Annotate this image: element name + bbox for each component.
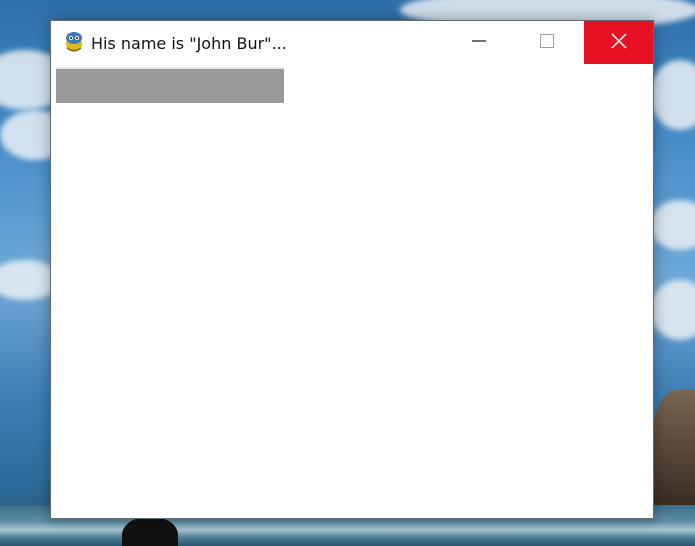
maximize-icon — [539, 33, 555, 53]
cloud — [650, 280, 695, 340]
window-title: His name is "John Bur"... — [91, 34, 287, 53]
cloud — [650, 60, 695, 130]
gray-bar — [56, 69, 284, 103]
minimize-button[interactable] — [447, 21, 511, 64]
pygame-snake-icon — [63, 30, 85, 54]
cloud — [650, 200, 695, 250]
maximize-button[interactable] — [515, 21, 579, 64]
person-silhouette — [122, 517, 178, 546]
rock — [652, 390, 695, 520]
minimize-icon — [471, 33, 487, 53]
app-window: His name is "John Bur"... — [50, 20, 654, 519]
close-button[interactable] — [584, 21, 653, 64]
window-content — [51, 64, 653, 518]
close-icon — [610, 32, 628, 54]
title-bar[interactable]: His name is "John Bur"... — [51, 21, 653, 64]
